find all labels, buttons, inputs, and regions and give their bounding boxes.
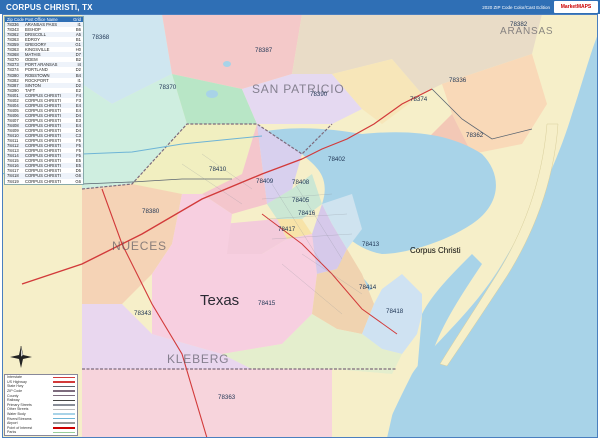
map-frame [2, 14, 598, 438]
legend-swatch [53, 385, 75, 388]
legend-item-label: US Highway [7, 379, 27, 384]
legend-swatch [53, 376, 75, 379]
legend-item-label: Airport [7, 421, 18, 426]
map-title: CORPUS CHRISTI, TX [6, 2, 93, 12]
zip-table-row: 78419 CORPUS CHRISTI G6 [5, 179, 83, 184]
legend-swatch [53, 422, 75, 424]
legend-swatch [53, 404, 75, 406]
map-legend: Interstate US Highway State Hwy ZIP Code Cou… [4, 374, 78, 436]
zip-table-cell: G6 [75, 178, 81, 184]
legend-item-label: Water Body [7, 412, 26, 417]
edition-label: 2020 ZIP Code Color/Cast Edition [482, 4, 550, 10]
legend-swatch [53, 399, 75, 402]
legend-swatch [53, 427, 75, 429]
zip-table-cell: CORPUS CHRISTI [25, 178, 61, 184]
legend-item: Parks [5, 430, 77, 435]
brand-logo: MarketMAPS [554, 1, 598, 13]
legend-swatch [53, 431, 75, 434]
legend-item-label: State Hwy [7, 384, 24, 389]
legend-item-label: County [7, 393, 19, 398]
legend-swatch [53, 413, 75, 415]
legend-swatch [53, 394, 75, 397]
north-arrow-icon [10, 345, 32, 368]
legend-item-label: Rivers/Streams [7, 416, 32, 421]
legend-item-label: Railway [7, 398, 20, 403]
zip-table-cell: 78419 [7, 178, 19, 184]
legend-swatch [53, 390, 75, 392]
legend-item-label: ZIP Code [7, 389, 23, 394]
legend-item-label: Parks [7, 430, 17, 435]
map-header: CORPUS CHRISTI, TX 2020 ZIP Code Color/C… [0, 0, 600, 14]
legend-item-label: Interstate [7, 375, 22, 380]
legend-item-label: Primary Streets [7, 402, 32, 407]
legend-swatch [53, 408, 75, 411]
zip-code-index-table: Zip Code Post Office Name Grid 78336 ARAN… [4, 16, 84, 185]
legend-item-label: Other Streets [7, 407, 29, 412]
legend-swatch [53, 381, 75, 383]
legend-swatch [53, 417, 75, 420]
legend-item-label: Point of Interest [7, 425, 33, 430]
